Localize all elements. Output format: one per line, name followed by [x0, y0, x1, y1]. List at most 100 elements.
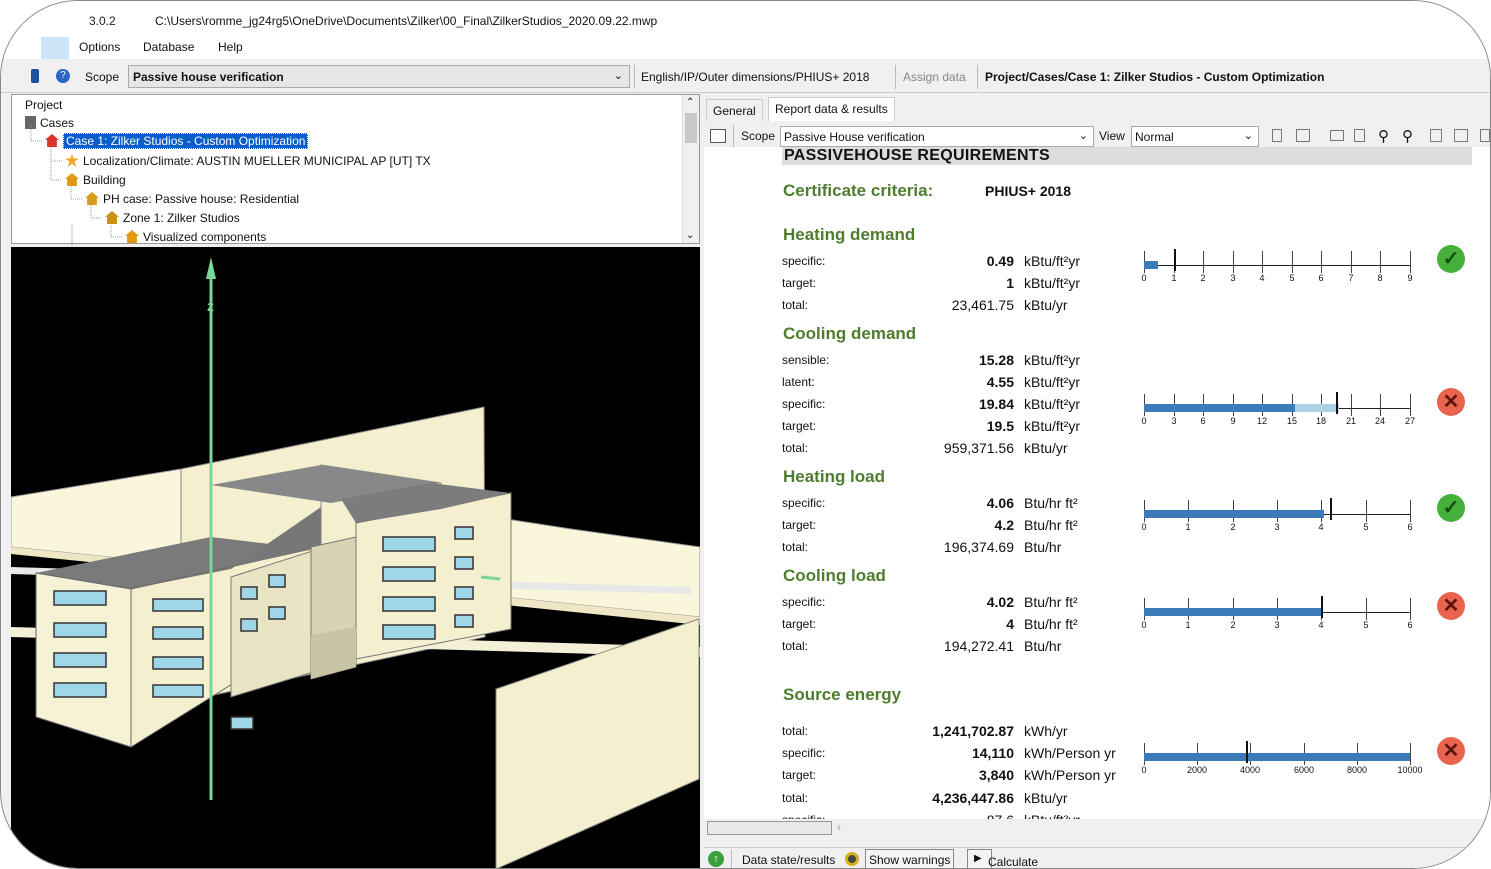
tree-label: Localization/Climate: AUSTIN MUELLER MUN…: [83, 154, 431, 168]
save-report-icon[interactable]: [1480, 129, 1490, 142]
row-label: target:: [782, 617, 817, 631]
bar-tick-label: 5: [1363, 620, 1369, 630]
row-label: total:: [782, 724, 809, 738]
row-label: total:: [782, 298, 809, 312]
calculate-shading-button[interactable]: ▶ Calculate WUFI shading: [967, 849, 1038, 868]
row-value: 959,371.56: [943, 440, 1014, 456]
row-unit: kWh/Person yr: [1024, 745, 1116, 761]
scrollbar-thumb[interactable]: [707, 821, 832, 835]
report-scope-dropdown[interactable]: Passive House verification ⌄: [780, 126, 1094, 147]
show-warnings-button[interactable]: Show warnings: [865, 849, 955, 868]
row-value: 3,840: [978, 767, 1014, 783]
row-unit: Btu/hr ft²: [1024, 495, 1078, 511]
title-bar: 3.0.2 C:\Users\romme_jg24rg5\OneDrive\Do…: [1, 1, 1490, 37]
layout-icon[interactable]: [710, 129, 726, 143]
assign-data-button[interactable]: Assign data: [903, 70, 966, 84]
scope-value: Passive house verification: [133, 70, 284, 84]
tree-scrollbar[interactable]: ⌃ ⌄: [682, 95, 699, 243]
cooling-load-heading: Cooling load: [783, 566, 886, 585]
calculate-shading-label: Calculate WUFI shading: [988, 855, 1039, 869]
save-icon[interactable]: [31, 69, 39, 83]
bar-tick-label: 7: [1348, 273, 1354, 283]
row-label: specific:: [782, 397, 826, 411]
bar-fill-sensible: [1144, 404, 1295, 412]
3d-viewport[interactable]: z: [11, 247, 700, 868]
warning-icon: [845, 852, 859, 866]
row-value: 196,374.69: [943, 539, 1014, 555]
row-value: 87.6: [874, 812, 1014, 819]
tree-item-visualized[interactable]: Visualized components: [125, 230, 266, 244]
bar-tick-label: 3: [1274, 522, 1280, 532]
row-label: total:: [782, 639, 809, 653]
row-value: 14,110: [971, 745, 1014, 761]
menu-help[interactable]: Help: [218, 40, 243, 54]
menu-options[interactable]: Options: [79, 40, 120, 54]
scroll-down-icon[interactable]: ⌄: [686, 230, 694, 241]
bar-tick-label: 21: [1345, 416, 1356, 426]
help-icon[interactable]: ?: [56, 69, 70, 83]
bar-tick-label: 6: [1200, 416, 1206, 426]
two-page-icon[interactable]: [1330, 130, 1344, 141]
single-page-icon[interactable]: [1354, 129, 1365, 142]
row-unit: kBtu/ft²yr: [1024, 812, 1080, 819]
bar-fill: [1144, 608, 1323, 616]
page-icon[interactable]: [1272, 129, 1282, 142]
bar-tick-label: 2: [1230, 522, 1236, 532]
page-width-icon[interactable]: [1296, 129, 1310, 142]
export-icon[interactable]: [1430, 129, 1442, 142]
bar-tick-label: 10000: [1397, 765, 1423, 775]
report-h-scrollbar[interactable]: ‹: [704, 819, 1490, 837]
fail-icon: ✕: [1437, 592, 1465, 620]
print-icon[interactable]: [1454, 129, 1468, 142]
building-model: z: [11, 257, 700, 868]
scroll-up-icon[interactable]: ⌃: [686, 97, 694, 108]
report-title: PASSIVEHOUSE REQUIREMENTS: [782, 147, 1472, 165]
bar-tick: [1380, 251, 1381, 273]
bar-tick-label: 24: [1374, 416, 1385, 426]
bar-tick-label: 1: [1171, 273, 1177, 283]
bar-tick-label: 6: [1407, 620, 1413, 630]
menu-database[interactable]: Database: [143, 40, 194, 54]
tab-report[interactable]: Report data & results: [768, 97, 895, 121]
report-scope-value: Passive House verification: [784, 130, 925, 144]
units-label: English/IP/Outer dimensions/PHIUS+ 2018: [641, 70, 870, 84]
tab-general[interactable]: General: [706, 99, 763, 121]
zoom-out-icon[interactable]: ⚲: [1402, 127, 1413, 145]
bar-tick-label: 0: [1141, 273, 1147, 283]
view-dropdown[interactable]: Normal ⌄: [1131, 126, 1259, 147]
row-unit: kBtu/yr: [1024, 790, 1068, 806]
report-scope-label: Scope: [741, 129, 776, 143]
row-label: latent:: [782, 375, 815, 389]
bar-axis: [1144, 265, 1410, 266]
scope-dropdown[interactable]: Passive house verification ⌄: [128, 65, 630, 88]
target-marker: [1246, 741, 1249, 763]
bar-tick: [1203, 251, 1204, 273]
row-label: target:: [782, 419, 817, 433]
refresh-icon[interactable]: ↑: [708, 851, 724, 867]
row-value: 1,241,702.87: [932, 723, 1014, 739]
cooling-load-bar-chart: 0 1 2 3 4 5 6: [1141, 596, 1413, 630]
bar-tick-label: 0: [1141, 765, 1147, 775]
bar-tick: [1410, 251, 1411, 273]
toolbar-divider: [733, 125, 734, 149]
bar-tick: [1366, 598, 1367, 620]
bar-tick-label: 4: [1318, 620, 1324, 630]
row-value: 194,272.41: [943, 638, 1014, 654]
bar-tick: [1366, 500, 1367, 522]
bar-tick: [1410, 394, 1411, 416]
menu-item-highlighted[interactable]: [41, 37, 69, 59]
scope-label: Scope: [85, 70, 120, 84]
scrollbar-thumb[interactable]: [685, 113, 697, 143]
bar-tick: [1410, 743, 1411, 765]
bar-tick-label: 3: [1171, 416, 1177, 426]
scroll-left-icon[interactable]: ‹: [837, 820, 841, 834]
row-value: 1: [1006, 275, 1014, 291]
toolbar-divider: [895, 65, 896, 89]
version-label: 3.0.2: [89, 14, 116, 28]
bar-tick: [1292, 251, 1293, 273]
row-value: 0.49: [986, 253, 1014, 269]
row-unit: Btu/hr ft²: [1024, 616, 1078, 632]
check-icon: ✓: [1437, 494, 1465, 522]
zoom-in-icon[interactable]: ⚲: [1378, 127, 1389, 145]
z-axis-label: z: [207, 298, 214, 314]
